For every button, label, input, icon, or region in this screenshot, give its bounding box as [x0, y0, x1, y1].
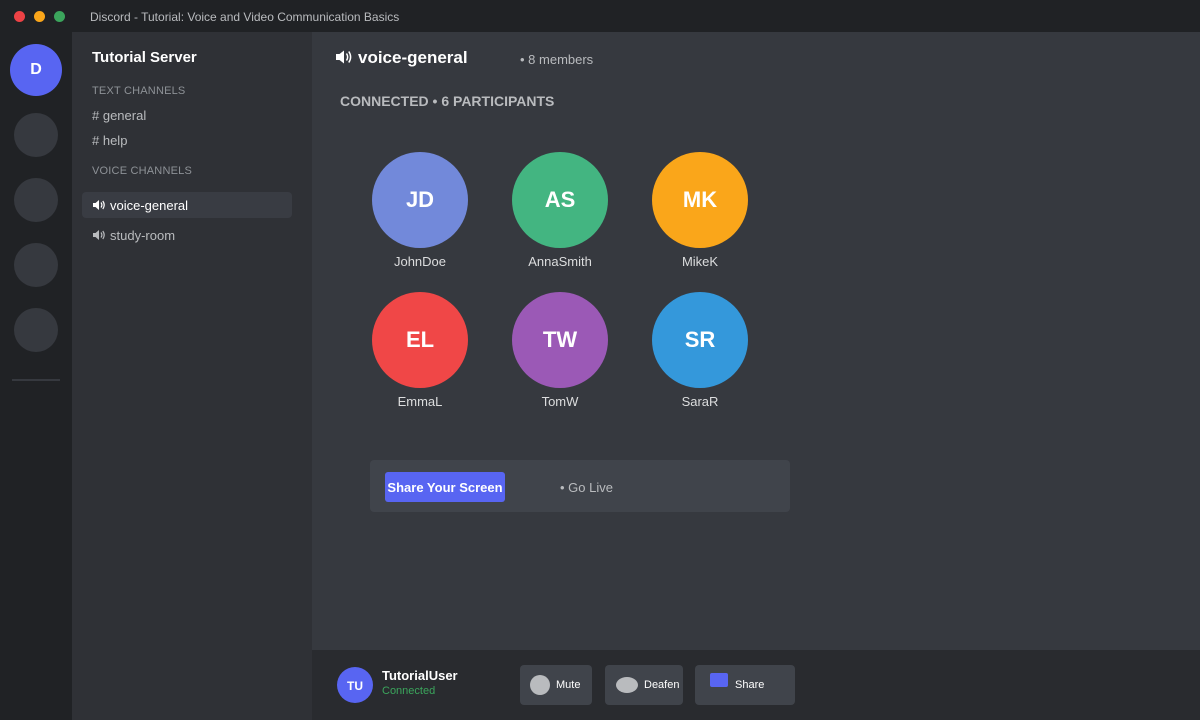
speaker-icon [93, 200, 105, 210]
server-icon[interactable] [14, 243, 58, 287]
text-channels-label: TEXT CHANNELS [92, 85, 186, 97]
server-icon[interactable] [14, 308, 58, 352]
close-window-button[interactable] [14, 11, 25, 22]
participant-tile[interactable]: TW TomW [500, 292, 620, 409]
participant-tile[interactable]: AS AnnaSmith [500, 152, 620, 269]
speaker-icon [93, 230, 105, 240]
share-label: Share [735, 679, 765, 691]
mute-button[interactable]: Mute [520, 665, 592, 705]
username: TutorialUser [382, 668, 458, 683]
avatar: JD [372, 152, 468, 248]
server-name[interactable]: Tutorial Server [92, 49, 197, 66]
share-screen-panel: Share Your Screen • Go Live [370, 460, 790, 512]
voice-channel-voice-general[interactable]: voice-general [82, 192, 292, 218]
voice-channel-label: study-room [110, 227, 176, 243]
channel-title: voice-general [358, 48, 468, 67]
participant-name: SaraR [681, 394, 719, 409]
share-screen-button[interactable]: Share Your Screen [385, 472, 505, 502]
speaker-icon [336, 50, 352, 64]
share-button[interactable]: Share [695, 665, 795, 705]
server-icon[interactable] [14, 113, 58, 157]
channel-general[interactable]: # general [92, 108, 146, 123]
participant-tile[interactable]: MK MikeK [640, 152, 760, 269]
maximize-window-button[interactable] [54, 11, 65, 22]
server-home-icon[interactable]: D [10, 44, 62, 96]
connection-status: Connected [382, 685, 436, 697]
participant-name: TomW [541, 394, 579, 409]
deafen-button[interactable]: Deafen [605, 665, 683, 705]
voice-main-panel: voice-general • 8 members CONNECTED • 6 … [312, 32, 1200, 650]
user-control-bar: TU TutorialUser Connected Mute Deafen Sh… [312, 650, 1200, 720]
participant-name: AnnaSmith [528, 254, 592, 269]
headphones-icon [616, 677, 638, 693]
participant-name: MikeK [681, 254, 719, 269]
window-titlebar: Discord - Tutorial: Voice and Video Comm… [0, 0, 1200, 32]
server-rail: D [0, 32, 72, 720]
screen-share-icon [710, 673, 728, 687]
participant-name: JohnDoe [393, 254, 447, 269]
microphone-icon [530, 675, 550, 695]
avatar: AS [512, 152, 608, 248]
server-icon[interactable] [14, 178, 58, 222]
minimize-window-button[interactable] [34, 11, 45, 22]
avatar: TW [512, 292, 608, 388]
participant-name: EmmaL [397, 394, 443, 409]
avatar: SR [652, 292, 748, 388]
participant-tile[interactable]: JD JohnDoe [360, 152, 480, 269]
mute-label: Mute [556, 679, 581, 691]
channel-sidebar: Tutorial Server TEXT CHANNELS # general … [72, 32, 312, 720]
go-live-label: • Go Live [560, 480, 613, 495]
avatar[interactable]: TU [337, 667, 373, 703]
voice-channels-label: VOICE CHANNELS [92, 165, 192, 177]
connected-status: CONNECTED • 6 PARTICIPANTS [340, 93, 555, 109]
rail-divider [12, 379, 60, 381]
member-count: • 8 members [520, 52, 594, 67]
participant-tile[interactable]: EL EmmaL [360, 292, 480, 409]
channel-help[interactable]: # help [92, 133, 127, 148]
participant-tile[interactable]: SR SaraR [640, 292, 760, 409]
deafen-label: Deafen [644, 679, 680, 691]
window-title: Discord - Tutorial: Voice and Video Comm… [90, 10, 400, 24]
voice-channel-label: voice-general [110, 197, 189, 213]
avatar: MK [652, 152, 748, 248]
avatar: EL [372, 292, 468, 388]
voice-channel-study-room[interactable]: study-room [82, 222, 292, 248]
